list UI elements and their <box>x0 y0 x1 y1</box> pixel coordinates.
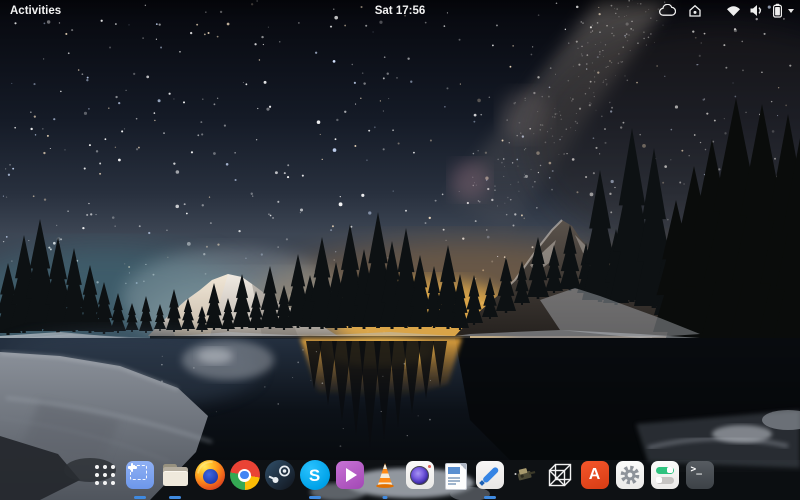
dock-item-mpv[interactable] <box>332 459 367 499</box>
menu-caret-icon <box>788 9 794 13</box>
show-apps-icon <box>89 459 121 491</box>
chrome-icon <box>229 459 261 491</box>
clock-button[interactable]: Sat 17:56 <box>375 5 426 17</box>
clock-label: Sat 17:56 <box>375 5 426 17</box>
running-indicator <box>382 496 387 499</box>
desktop: Activities Sat 17:56 <box>0 0 800 500</box>
volume-icon <box>749 4 764 17</box>
dock-item-text-editor[interactable] <box>472 459 507 499</box>
dock-item-boxes[interactable] <box>122 459 157 499</box>
dock-item-steam[interactable] <box>262 459 297 499</box>
mpv-icon <box>334 459 366 491</box>
terminal-icon: >_ <box>684 459 716 491</box>
text-editor-icon <box>474 459 506 491</box>
dock-item-game[interactable] <box>507 459 542 499</box>
home-icon <box>688 4 702 17</box>
activities-button[interactable]: Activities <box>10 5 61 17</box>
vlc-icon <box>369 459 401 491</box>
skype-icon: S <box>299 459 331 491</box>
tweaks-icon <box>649 459 681 491</box>
top-bar: Activities Sat 17:56 <box>0 0 800 21</box>
boxes-icon <box>124 459 156 491</box>
wifi-icon <box>726 5 741 17</box>
game-icon <box>509 459 541 491</box>
wallpaper <box>0 0 800 500</box>
files-icon <box>159 459 191 491</box>
dock-item-libreoffice[interactable] <box>437 459 472 499</box>
battery-icon <box>772 3 783 18</box>
dock-item-vlc[interactable] <box>367 459 402 499</box>
activities-label: Activities <box>10 5 61 17</box>
dock: S A >_ <box>87 459 717 499</box>
cloud-icon <box>659 4 676 17</box>
dock-item-chrome[interactable] <box>227 459 262 499</box>
dock-item-anaconda[interactable]: A <box>577 459 612 499</box>
dock-item-settings[interactable] <box>612 459 647 499</box>
dock-item-firefox[interactable] <box>192 459 227 499</box>
dock-item-tweaks[interactable] <box>647 459 682 499</box>
anaconda-icon: A <box>579 459 611 491</box>
running-indicator <box>309 496 321 499</box>
system-tray[interactable] <box>659 0 794 21</box>
running-indicator <box>134 496 146 499</box>
cube-icon <box>544 459 576 491</box>
dock-item-files[interactable] <box>157 459 192 499</box>
firefox-icon <box>194 459 226 491</box>
dock-item-cube[interactable] <box>542 459 577 499</box>
dock-item-cheese[interactable] <box>402 459 437 499</box>
steam-icon <box>264 459 296 491</box>
dock-item-terminal[interactable]: >_ <box>682 459 717 499</box>
cheese-icon <box>404 459 436 491</box>
running-indicator <box>169 496 181 499</box>
dock-item-show-apps[interactable] <box>87 459 122 499</box>
libreoffice-icon <box>439 459 471 491</box>
settings-icon <box>614 459 646 491</box>
dock-item-skype[interactable]: S <box>297 459 332 499</box>
running-indicator <box>484 496 496 499</box>
